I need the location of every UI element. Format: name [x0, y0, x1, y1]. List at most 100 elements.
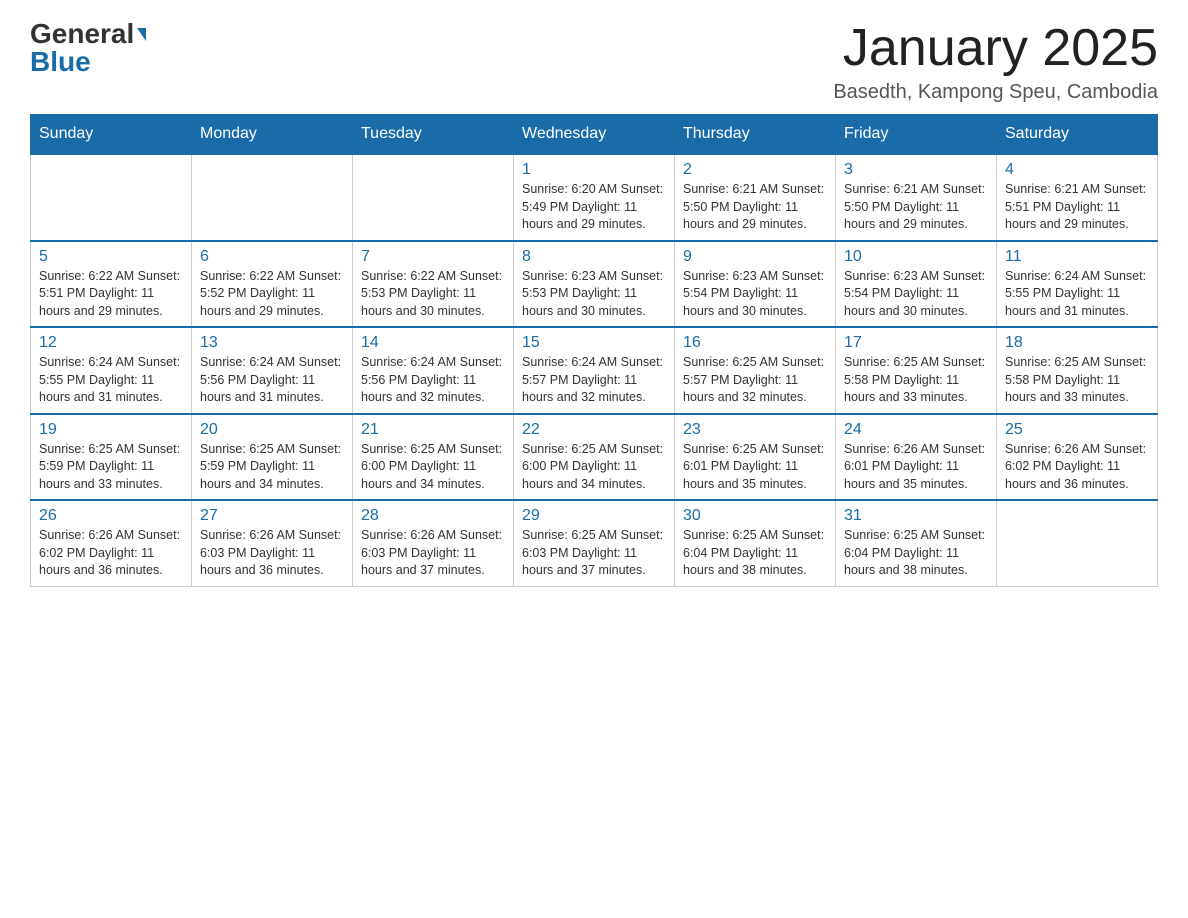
- day-number: 5: [39, 248, 183, 266]
- day-number: 25: [1005, 421, 1149, 439]
- day-info: Sunrise: 6:25 AM Sunset: 5:59 PM Dayligh…: [39, 441, 183, 494]
- calendar-week-4: 19 Sunrise: 6:25 AM Sunset: 5:59 PM Dayli…: [31, 414, 1158, 501]
- day-info: Sunrise: 6:26 AM Sunset: 6:01 PM Dayligh…: [844, 441, 988, 494]
- day-number: 7: [361, 248, 505, 266]
- day-info: Sunrise: 6:25 AM Sunset: 6:04 PM Dayligh…: [683, 527, 827, 580]
- calendar-cell: 28 Sunrise: 6:26 AM Sunset: 6:03 PM Dayli…: [353, 500, 514, 586]
- calendar-cell: 14 Sunrise: 6:24 AM Sunset: 5:56 PM Dayli…: [353, 327, 514, 414]
- day-info: Sunrise: 6:25 AM Sunset: 5:58 PM Dayligh…: [844, 354, 988, 407]
- day-info: Sunrise: 6:25 AM Sunset: 6:00 PM Dayligh…: [522, 441, 666, 494]
- day-info: Sunrise: 6:22 AM Sunset: 5:53 PM Dayligh…: [361, 268, 505, 321]
- day-number: 1: [522, 161, 666, 179]
- day-number: 22: [522, 421, 666, 439]
- day-info: Sunrise: 6:22 AM Sunset: 5:51 PM Dayligh…: [39, 268, 183, 321]
- day-number: 21: [361, 421, 505, 439]
- calendar-cell: 3Sunrise: 6:21 AM Sunset: 5:50 PM Daylig…: [836, 154, 997, 241]
- day-number: 28: [361, 507, 505, 525]
- day-info: Sunrise: 6:26 AM Sunset: 6:03 PM Dayligh…: [361, 527, 505, 580]
- day-info: Sunrise: 6:24 AM Sunset: 5:55 PM Dayligh…: [39, 354, 183, 407]
- location-subtitle: Basedth, Kampong Speu, Cambodia: [833, 81, 1158, 104]
- day-number: 29: [522, 507, 666, 525]
- day-info: Sunrise: 6:21 AM Sunset: 5:51 PM Dayligh…: [1005, 181, 1149, 234]
- calendar-cell: 11 Sunrise: 6:24 AM Sunset: 5:55 PM Dayli…: [997, 241, 1158, 328]
- day-number: 27: [200, 507, 344, 525]
- calendar-cell: 13 Sunrise: 6:24 AM Sunset: 5:56 PM Dayli…: [192, 327, 353, 414]
- logo-general-text: General: [30, 20, 134, 48]
- day-number: 4: [1005, 161, 1149, 179]
- day-info: Sunrise: 6:24 AM Sunset: 5:56 PM Dayligh…: [361, 354, 505, 407]
- day-info: Sunrise: 6:25 AM Sunset: 5:57 PM Dayligh…: [683, 354, 827, 407]
- calendar-cell: 8Sunrise: 6:23 AM Sunset: 5:53 PM Daylig…: [514, 241, 675, 328]
- day-number: 12: [39, 334, 183, 352]
- day-number: 26: [39, 507, 183, 525]
- calendar-cell: 7 Sunrise: 6:22 AM Sunset: 5:53 PM Daylig…: [353, 241, 514, 328]
- calendar-table: SundayMondayTuesdayWednesdayThursdayFrid…: [30, 114, 1158, 587]
- day-info: Sunrise: 6:25 AM Sunset: 5:59 PM Dayligh…: [200, 441, 344, 494]
- calendar-cell: 20 Sunrise: 6:25 AM Sunset: 5:59 PM Dayli…: [192, 414, 353, 501]
- day-info: Sunrise: 6:23 AM Sunset: 5:54 PM Dayligh…: [844, 268, 988, 321]
- day-number: 10: [844, 248, 988, 266]
- day-info: Sunrise: 6:26 AM Sunset: 6:03 PM Dayligh…: [200, 527, 344, 580]
- calendar-cell: 12 Sunrise: 6:24 AM Sunset: 5:55 PM Dayli…: [31, 327, 192, 414]
- page-header: General Blue January 2025 Basedth, Kampo…: [30, 20, 1158, 104]
- day-of-week-tuesday: Tuesday: [353, 115, 514, 155]
- calendar-cell: 18Sunrise: 6:25 AM Sunset: 5:58 PM Dayli…: [997, 327, 1158, 414]
- calendar-cell: 17 Sunrise: 6:25 AM Sunset: 5:58 PM Dayli…: [836, 327, 997, 414]
- calendar-cell: 10 Sunrise: 6:23 AM Sunset: 5:54 PM Dayli…: [836, 241, 997, 328]
- day-info: Sunrise: 6:20 AM Sunset: 5:49 PM Dayligh…: [522, 181, 666, 234]
- calendar-cell: 16 Sunrise: 6:25 AM Sunset: 5:57 PM Dayli…: [675, 327, 836, 414]
- day-number: 31: [844, 507, 988, 525]
- calendar-cell: [997, 500, 1158, 586]
- calendar-cell: 30 Sunrise: 6:25 AM Sunset: 6:04 PM Dayli…: [675, 500, 836, 586]
- calendar-header-row: SundayMondayTuesdayWednesdayThursdayFrid…: [31, 115, 1158, 155]
- day-of-week-sunday: Sunday: [31, 115, 192, 155]
- day-number: 14: [361, 334, 505, 352]
- calendar-cell: 2 Sunrise: 6:21 AM Sunset: 5:50 PM Daylig…: [675, 154, 836, 241]
- calendar-cell: 21 Sunrise: 6:25 AM Sunset: 6:00 PM Dayli…: [353, 414, 514, 501]
- calendar-cell: 27 Sunrise: 6:26 AM Sunset: 6:03 PM Dayli…: [192, 500, 353, 586]
- calendar-cell: 9 Sunrise: 6:23 AM Sunset: 5:54 PM Daylig…: [675, 241, 836, 328]
- logo-triangle-icon: [137, 28, 146, 41]
- day-number: 19: [39, 421, 183, 439]
- day-number: 15: [522, 334, 666, 352]
- day-info: Sunrise: 6:25 AM Sunset: 6:04 PM Dayligh…: [844, 527, 988, 580]
- day-info: Sunrise: 6:26 AM Sunset: 6:02 PM Dayligh…: [39, 527, 183, 580]
- calendar-week-2: 5 Sunrise: 6:22 AM Sunset: 5:51 PM Daylig…: [31, 241, 1158, 328]
- day-number: 20: [200, 421, 344, 439]
- day-number: 16: [683, 334, 827, 352]
- day-info: Sunrise: 6:24 AM Sunset: 5:55 PM Dayligh…: [1005, 268, 1149, 321]
- calendar-cell: 5 Sunrise: 6:22 AM Sunset: 5:51 PM Daylig…: [31, 241, 192, 328]
- calendar-cell: 25 Sunrise: 6:26 AM Sunset: 6:02 PM Dayli…: [997, 414, 1158, 501]
- calendar-cell: [192, 154, 353, 241]
- day-of-week-wednesday: Wednesday: [514, 115, 675, 155]
- day-number: 2: [683, 161, 827, 179]
- day-info: Sunrise: 6:25 AM Sunset: 6:00 PM Dayligh…: [361, 441, 505, 494]
- day-number: 24: [844, 421, 988, 439]
- calendar-cell: [353, 154, 514, 241]
- day-number: 17: [844, 334, 988, 352]
- calendar-cell: 1 Sunrise: 6:20 AM Sunset: 5:49 PM Daylig…: [514, 154, 675, 241]
- day-number: 30: [683, 507, 827, 525]
- day-info: Sunrise: 6:26 AM Sunset: 6:02 PM Dayligh…: [1005, 441, 1149, 494]
- day-info: Sunrise: 6:24 AM Sunset: 5:56 PM Dayligh…: [200, 354, 344, 407]
- day-number: 11: [1005, 248, 1149, 266]
- calendar-cell: 15Sunrise: 6:24 AM Sunset: 5:57 PM Dayli…: [514, 327, 675, 414]
- day-number: 6: [200, 248, 344, 266]
- calendar-week-5: 26 Sunrise: 6:26 AM Sunset: 6:02 PM Dayli…: [31, 500, 1158, 586]
- logo: General Blue: [30, 20, 146, 76]
- day-info: Sunrise: 6:25 AM Sunset: 5:58 PM Dayligh…: [1005, 354, 1149, 407]
- calendar-cell: 23 Sunrise: 6:25 AM Sunset: 6:01 PM Dayli…: [675, 414, 836, 501]
- title-section: January 2025 Basedth, Kampong Speu, Camb…: [833, 20, 1158, 104]
- day-number: 8: [522, 248, 666, 266]
- day-of-week-thursday: Thursday: [675, 115, 836, 155]
- day-info: Sunrise: 6:25 AM Sunset: 6:01 PM Dayligh…: [683, 441, 827, 494]
- day-number: 9: [683, 248, 827, 266]
- day-info: Sunrise: 6:21 AM Sunset: 5:50 PM Dayligh…: [844, 181, 988, 234]
- day-number: 13: [200, 334, 344, 352]
- day-info: Sunrise: 6:23 AM Sunset: 5:54 PM Dayligh…: [683, 268, 827, 321]
- calendar-cell: 26 Sunrise: 6:26 AM Sunset: 6:02 PM Dayli…: [31, 500, 192, 586]
- month-title: January 2025: [833, 20, 1158, 77]
- day-info: Sunrise: 6:21 AM Sunset: 5:50 PM Dayligh…: [683, 181, 827, 234]
- day-info: Sunrise: 6:22 AM Sunset: 5:52 PM Dayligh…: [200, 268, 344, 321]
- day-number: 23: [683, 421, 827, 439]
